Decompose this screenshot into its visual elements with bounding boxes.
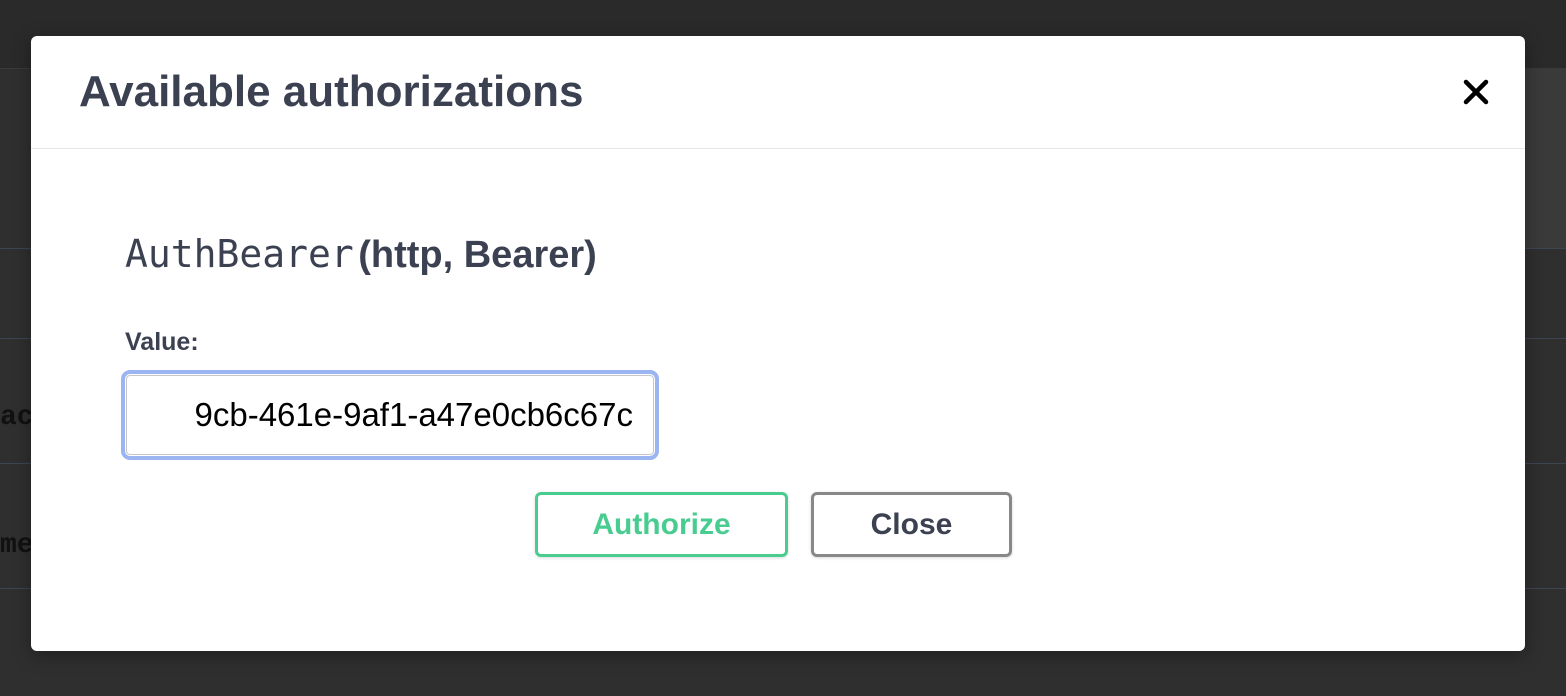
authorization-modal: Available authorizations AuthBearer (htt… xyxy=(31,36,1525,651)
auth-scheme-type: (http, Bearer) xyxy=(358,234,597,276)
authorize-button[interactable]: Authorize xyxy=(535,492,788,557)
background-block xyxy=(1525,68,1566,248)
close-icon[interactable] xyxy=(1454,70,1498,114)
background-text-fragment: me xyxy=(0,530,34,561)
auth-scheme-name: AuthBearer xyxy=(125,232,354,276)
auth-scheme-title: AuthBearer (http, Bearer) xyxy=(125,232,597,279)
value-label: Value: xyxy=(125,328,199,356)
modal-title: Available authorizations xyxy=(79,67,584,116)
modal-header: Available authorizations xyxy=(31,36,1525,149)
close-button[interactable]: Close xyxy=(811,492,1012,557)
bearer-value-input[interactable] xyxy=(121,370,659,460)
background-text-fragment: ac xyxy=(0,402,34,433)
